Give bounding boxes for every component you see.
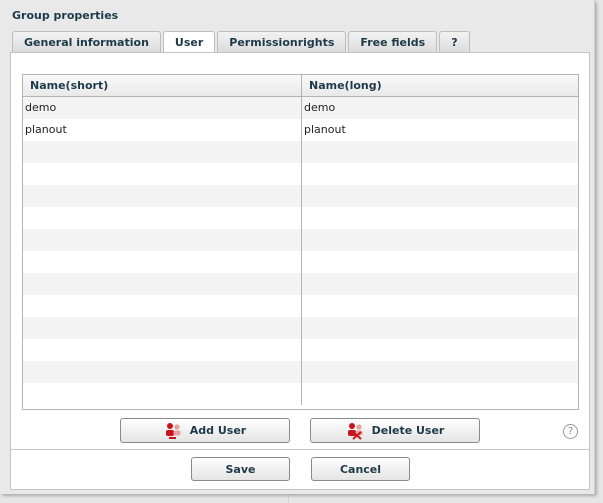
- tab-help[interactable]: ?: [439, 31, 470, 52]
- users-table: Name(short) Name(long) demo demo planout pl…: [22, 74, 579, 410]
- cell-name-short: demo: [23, 97, 302, 119]
- dialog-footer: Save Cancel: [10, 450, 590, 490]
- cell-name-long: [302, 317, 578, 339]
- cell-name-short: [23, 251, 302, 273]
- table-body: demo demo planout planout: [23, 97, 578, 405]
- cell-name-short: [23, 361, 302, 383]
- tab-bar: General information User Permissionright…: [12, 31, 472, 54]
- cell-name-long: [302, 185, 578, 207]
- cell-name-long: [302, 295, 578, 317]
- dialog-title: Group properties: [12, 9, 119, 22]
- add-user-label: Add User: [189, 424, 247, 437]
- group-properties-dialog: Group properties General information Use…: [0, 0, 595, 494]
- table-row[interactable]: [23, 317, 578, 339]
- cell-name-long: [302, 207, 578, 229]
- table-header: Name(short) Name(long): [23, 75, 578, 97]
- table-row[interactable]: [23, 295, 578, 317]
- delete-user-icon: [347, 422, 363, 440]
- table-row[interactable]: [23, 229, 578, 251]
- cell-name-long: [302, 339, 578, 361]
- cell-name-short: [23, 163, 302, 185]
- cell-name-long: [302, 163, 578, 185]
- cell-name-long: [302, 229, 578, 251]
- delete-user-label: Delete User: [371, 424, 445, 437]
- cell-name-long: [302, 383, 578, 405]
- table-row[interactable]: [23, 207, 578, 229]
- cell-name-short: [23, 229, 302, 251]
- cell-name-long: [302, 361, 578, 383]
- add-user-button[interactable]: Add User: [120, 418, 290, 443]
- table-row[interactable]: planout planout: [23, 119, 578, 141]
- table-row[interactable]: [23, 339, 578, 361]
- delete-user-button[interactable]: Delete User: [310, 418, 480, 443]
- column-header-name-short[interactable]: Name(short): [23, 75, 302, 96]
- cell-name-short: [23, 317, 302, 339]
- cell-name-long: [302, 251, 578, 273]
- save-button[interactable]: Save: [191, 457, 290, 481]
- table-row[interactable]: [23, 163, 578, 185]
- cell-name-short: planout: [23, 119, 302, 141]
- cell-name-long: [302, 141, 578, 163]
- cell-name-short: [23, 185, 302, 207]
- cell-name-long: [302, 273, 578, 295]
- table-row[interactable]: demo demo: [23, 97, 578, 119]
- table-row[interactable]: [23, 141, 578, 163]
- cell-name-short: [23, 207, 302, 229]
- add-user-icon: [165, 422, 181, 439]
- tab-permissionrights[interactable]: Permissionrights: [217, 31, 347, 52]
- cell-name-long: demo: [304, 101, 336, 114]
- tab-free-fields[interactable]: Free fields: [348, 31, 438, 52]
- table-row[interactable]: [23, 185, 578, 207]
- table-row[interactable]: [23, 383, 578, 405]
- cancel-button[interactable]: Cancel: [311, 457, 410, 481]
- tab-user[interactable]: User: [162, 31, 216, 54]
- cell-name-short: [23, 273, 302, 295]
- cell-name-short: [23, 141, 302, 163]
- column-header-name-long[interactable]: Name(long): [302, 75, 578, 96]
- cell-name-short: [23, 339, 302, 361]
- cell-name-long: planout: [304, 123, 346, 136]
- help-icon[interactable]: ?: [563, 424, 578, 439]
- table-row[interactable]: [23, 251, 578, 273]
- cell-name-short: [23, 383, 302, 405]
- cell-name-short: [23, 295, 302, 317]
- user-tab-panel: Name(short) Name(long) demo demo planout pl…: [10, 52, 590, 450]
- table-row[interactable]: [23, 361, 578, 383]
- tab-general-information[interactable]: General information: [12, 31, 161, 52]
- table-row[interactable]: [23, 273, 578, 295]
